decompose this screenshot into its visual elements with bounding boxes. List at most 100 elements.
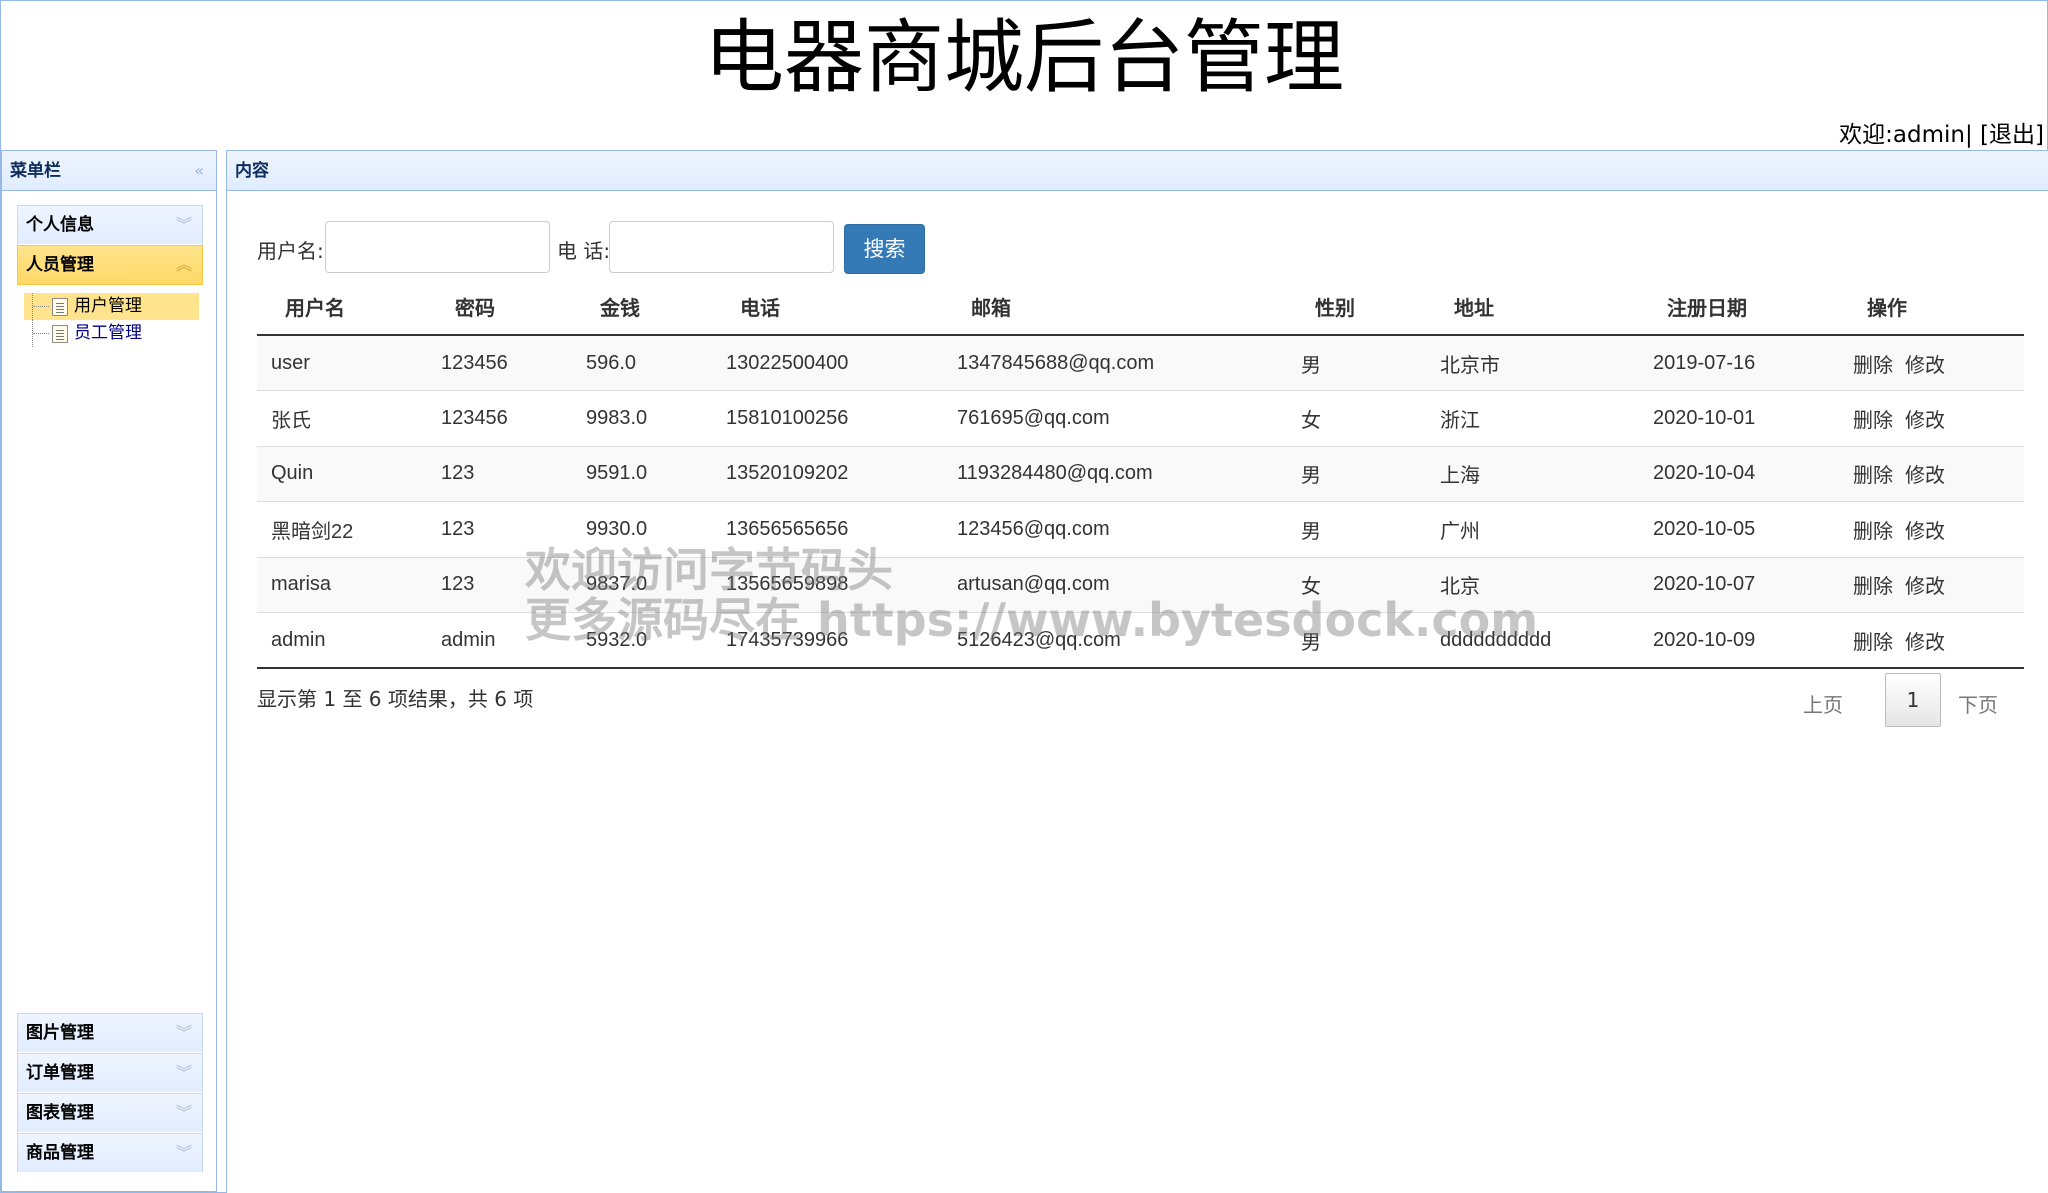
tree-item-user-management[interactable]: 用户管理: [24, 293, 199, 320]
welcome-prefix: 欢迎:: [1839, 122, 1893, 148]
cell-password: 123: [427, 501, 572, 557]
table-header-row: 用户名 密码 金钱 电话 邮箱 性别 地址 注册日期 操作: [257, 279, 2024, 336]
current-page-button[interactable]: 1: [1885, 673, 1941, 727]
cell-username: 黑暗剑22: [257, 501, 427, 557]
tree-line: [32, 293, 50, 320]
cell-actions: 删除 修改: [1839, 501, 2024, 557]
menu-section-staff-management[interactable]: 人员管理 ︽: [17, 245, 203, 285]
double-chevron-left-icon[interactable]: «: [194, 151, 204, 191]
cell-address: 广州: [1426, 501, 1639, 557]
menu-section-personal-info[interactable]: 个人信息 ︾: [17, 205, 203, 245]
menu-section-chart-management[interactable]: 图表管理 ︾: [17, 1093, 203, 1133]
file-icon: [52, 325, 68, 343]
search-button[interactable]: 搜索: [844, 224, 925, 274]
menu-section-header[interactable]: 图片管理 ︾: [17, 1013, 203, 1053]
delete-link[interactable]: 删除: [1853, 410, 1893, 432]
sidebar-title: 菜单栏: [10, 161, 61, 181]
cell-email: 5126423@qq.com: [943, 612, 1287, 669]
double-chevron-down-icon[interactable]: ︾: [176, 1094, 192, 1132]
content-panel: 内容 用户名: 电 话: 搜索 用户名 密码 金钱 电话 邮箱 性别 地址 注册日期 操作 us…: [226, 150, 2048, 1193]
cell-email: 1193284480@qq.com: [943, 445, 1287, 502]
cell-money: 9837.0: [572, 556, 712, 613]
menu-section-image-management[interactable]: 图片管理 ︾: [17, 1013, 203, 1053]
file-icon: [52, 298, 68, 316]
delete-link[interactable]: 删除: [1853, 465, 1893, 487]
cell-date: 2020-10-04: [1639, 445, 1839, 502]
cell-email: 123456@qq.com: [943, 501, 1287, 557]
phone-search-label: 电 话:: [557, 239, 611, 263]
cell-password: 123: [427, 556, 572, 613]
column-header: 性别: [1287, 279, 1426, 336]
delete-link[interactable]: 删除: [1853, 632, 1893, 654]
logout-link[interactable]: [退出]: [1980, 122, 2044, 148]
menu-section-header[interactable]: 图表管理 ︾: [17, 1093, 203, 1133]
cell-date: 2019-07-16: [1639, 334, 1839, 391]
menu-section-header[interactable]: 订单管理 ︾: [17, 1053, 203, 1093]
delete-link[interactable]: 删除: [1853, 355, 1893, 377]
cell-gender: 女: [1287, 390, 1426, 446]
page-header: 电器商城后台管理 欢迎:admin| [退出]: [0, 0, 2048, 150]
cell-email: artusan@qq.com: [943, 556, 1287, 613]
menu-section-header[interactable]: 商品管理 ︾: [17, 1133, 203, 1173]
menu-section-label: 图片管理: [26, 1023, 94, 1043]
column-header: 密码: [427, 279, 572, 336]
column-header: 邮箱: [943, 279, 1287, 336]
cell-date: 2020-10-09: [1639, 612, 1839, 669]
next-page-link[interactable]: 下页: [1958, 689, 1998, 718]
column-header: 地址: [1426, 279, 1639, 336]
edit-link[interactable]: 修改: [1905, 576, 1945, 598]
cell-actions: 删除 修改: [1839, 556, 2024, 613]
cell-money: 596.0: [572, 334, 712, 391]
table-row: Quin 123 9591.0 13520109202 1193284480@qq.co…: [257, 445, 2024, 502]
tree-line: [32, 320, 50, 347]
cell-money: 9983.0: [572, 390, 712, 446]
cell-address: dddddddddd: [1426, 612, 1639, 669]
menu-section-product-management[interactable]: 商品管理 ︾: [17, 1133, 203, 1173]
cell-date: 2020-10-05: [1639, 501, 1839, 557]
cell-password: 123456: [427, 390, 572, 446]
cell-gender: 男: [1287, 445, 1426, 502]
column-header: 操作: [1839, 279, 2024, 336]
delete-link[interactable]: 删除: [1853, 521, 1893, 543]
edit-link[interactable]: 修改: [1905, 521, 1945, 543]
double-chevron-down-icon[interactable]: ︾: [176, 1134, 192, 1172]
content-header: 内容: [227, 151, 2048, 191]
cell-email: 1347845688@qq.com: [943, 334, 1287, 391]
username-search-label: 用户名:: [257, 239, 324, 263]
cell-date: 2020-10-01: [1639, 390, 1839, 446]
cell-phone: 13520109202: [712, 445, 943, 502]
menu-section-order-management[interactable]: 订单管理 ︾: [17, 1053, 203, 1093]
cell-password: 123: [427, 445, 572, 502]
tree-item-label: 用户管理: [74, 296, 142, 316]
table-row: admin admin 5932.0 17435739966 5126423@qq.co…: [257, 612, 2024, 669]
delete-link[interactable]: 删除: [1853, 576, 1893, 598]
table-row: user 123456 596.0 13022500400 1347845688@qq.…: [257, 334, 2024, 391]
edit-link[interactable]: 修改: [1905, 355, 1945, 377]
edit-link[interactable]: 修改: [1905, 410, 1945, 432]
content-title: 内容: [235, 161, 269, 181]
prev-page-link[interactable]: 上页: [1803, 689, 1843, 718]
welcome-separator: |: [1964, 122, 1973, 148]
menu-section-header[interactable]: 个人信息 ︾: [17, 205, 203, 245]
double-chevron-down-icon[interactable]: ︾: [176, 1054, 192, 1092]
cell-gender: 女: [1287, 556, 1426, 613]
table-info-text: 显示第 1 至 6 项结果，共 6 项: [257, 687, 534, 711]
cell-username: admin: [257, 612, 427, 669]
cell-phone: 13022500400: [712, 334, 943, 391]
username-search-input[interactable]: [325, 221, 550, 273]
double-chevron-down-icon[interactable]: ︾: [176, 206, 192, 244]
menu-section-header[interactable]: 人员管理 ︽: [17, 245, 203, 285]
edit-link[interactable]: 修改: [1905, 632, 1945, 654]
menu-section-label: 商品管理: [26, 1143, 94, 1163]
cell-actions: 删除 修改: [1839, 612, 2024, 669]
tree-item-label: 员工管理: [74, 323, 142, 343]
site-title: 电器商城后台管理: [704, 11, 1344, 104]
phone-search-input[interactable]: [609, 221, 834, 273]
double-chevron-down-icon[interactable]: ︾: [176, 1014, 192, 1052]
tree-item-employee-management[interactable]: 员工管理: [24, 320, 199, 347]
double-chevron-up-icon[interactable]: ︽: [176, 246, 192, 284]
edit-link[interactable]: 修改: [1905, 465, 1945, 487]
cell-password: 123456: [427, 334, 572, 391]
table-header: 用户名 密码 金钱 电话 邮箱 性别 地址 注册日期 操作: [257, 279, 2024, 336]
cell-date: 2020-10-07: [1639, 556, 1839, 613]
